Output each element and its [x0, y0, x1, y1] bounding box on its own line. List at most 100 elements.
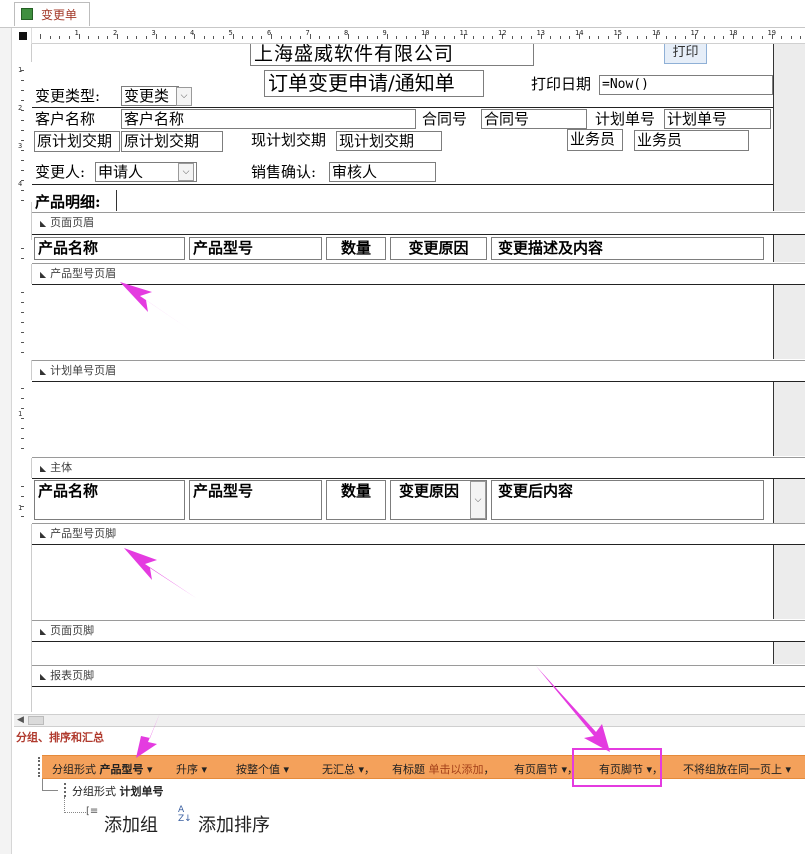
section-page-footer[interactable]: 页面页脚 [32, 620, 805, 638]
combo-dropdown-icon[interactable]: ⌵ [176, 87, 192, 106]
detail-model-field[interactable]: 产品型号 [189, 480, 322, 520]
separator-line [32, 184, 773, 185]
ruler-tick [21, 428, 24, 429]
keep-together-dropdown[interactable]: 不将组放在同一页上 ▾ [683, 761, 791, 777]
header-section-text: 有页眉节 [514, 763, 558, 776]
add-group-icon[interactable]: [≡ [86, 806, 98, 817]
print-button[interactable]: 打印 [664, 44, 707, 64]
vruler-num: 1 [18, 410, 23, 418]
company-name[interactable]: 上海盛威软件有限公司 [250, 44, 534, 66]
plan-no-field[interactable]: 计划单号 [664, 109, 771, 129]
contract-field[interactable]: 合同号 [481, 109, 587, 129]
detail-quantity-field[interactable]: 数量 [326, 480, 386, 520]
ruler-tick [376, 36, 378, 39]
title-setting[interactable]: 有标题 单击以添加， [392, 761, 495, 777]
change-type-label[interactable]: 变更类型: [35, 86, 100, 106]
changer-label[interactable]: 变更人: [35, 162, 85, 182]
section-page-header[interactable]: 页面页眉 [32, 212, 805, 230]
combo-dropdown-icon[interactable]: ⌵ [178, 163, 194, 181]
col-header-model[interactable]: 产品型号 [189, 237, 322, 260]
scroll-left-icon[interactable]: ◀ [17, 715, 24, 725]
product-detail-label[interactable]: 产品明细: [35, 192, 101, 212]
group-on-label[interactable]: 分组形式 产品型号 ▾ [52, 761, 153, 777]
ruler-tick [21, 150, 24, 151]
right-area [773, 545, 805, 619]
add-sort-button[interactable]: 添加排序 [198, 811, 270, 837]
sales-confirm-field[interactable]: 审核人 [329, 162, 436, 182]
ruler-tick [21, 408, 24, 409]
ruler-tick [290, 36, 292, 39]
tree-connector [64, 797, 86, 813]
drag-handle-icon[interactable] [38, 757, 41, 777]
click-to-add-link[interactable]: 单击以添加 [429, 763, 484, 776]
by-value-dropdown[interactable]: 按整个值 ▾ [236, 761, 289, 777]
sales-confirm-label[interactable]: 销售确认: [251, 162, 316, 182]
detail-product-name-field[interactable]: 产品名称 [34, 480, 185, 520]
ruler-number: 5 [228, 29, 233, 37]
ruler-tick [665, 36, 667, 39]
right-area [773, 479, 805, 523]
tab-change-order[interactable]: 变更单 [14, 2, 90, 26]
section-plan-header[interactable]: 计划单号页眉 [32, 360, 805, 378]
ruler-number: 7 [305, 29, 310, 37]
salesman-field[interactable]: 业务员 [634, 130, 749, 151]
separator-line [32, 641, 805, 642]
annotation-highlight-box [572, 748, 662, 787]
salesman-label[interactable]: 业务员 [567, 129, 623, 151]
cur-delivery-field[interactable]: 现计划交期 [336, 131, 442, 151]
add-sort-icon[interactable]: A Z↓ [178, 806, 192, 824]
ruler-tick [136, 36, 138, 39]
horizontal-scrollbar[interactable]: ◀ [14, 714, 805, 727]
contract-label[interactable]: 合同号 [422, 109, 467, 129]
ruler-tick [261, 36, 263, 39]
vruler-num: 4 [18, 180, 23, 188]
section-model-header[interactable]: 产品型号页眉 [32, 263, 805, 281]
scroll-thumb[interactable] [28, 716, 44, 725]
title-text: 有标题 [392, 763, 425, 776]
change-type-combo[interactable]: 变更类 [121, 86, 179, 106]
ruler-tick [675, 36, 677, 39]
ruler-number: 13 [536, 29, 545, 37]
plan-no-label[interactable]: 计划单号 [595, 109, 655, 129]
ruler-corner[interactable] [14, 28, 32, 44]
section-report-footer[interactable]: 报表页脚 [32, 665, 805, 683]
ruler-tick [21, 312, 24, 313]
ruler-tick [569, 36, 571, 39]
group-field-2: 计划单号 [119, 785, 164, 798]
col-header-description[interactable]: 变更描述及内容 [491, 237, 764, 260]
cur-delivery-label[interactable]: 现计划交期 [251, 130, 326, 150]
drag-handle-icon[interactable] [64, 783, 67, 797]
section-label: 主体 [40, 459, 72, 475]
keep-together-text: 不将组放在同一页上 [683, 763, 782, 776]
col-header-quantity[interactable]: 数量 [326, 237, 386, 260]
ruler-tick [21, 388, 24, 389]
orig-delivery-field[interactable]: 原计划交期 [121, 131, 223, 152]
print-date-label[interactable]: 打印日期 [531, 74, 591, 94]
ruler-number: 2 [113, 29, 118, 37]
group-on-text: 分组形式 [52, 763, 96, 776]
totals-dropdown[interactable]: 无汇总 ▾， [322, 761, 375, 777]
orig-delivery-label[interactable]: 原计划交期 [34, 131, 120, 152]
ruler-tick [627, 36, 629, 39]
combo-dropdown-icon[interactable]: ⌵ [470, 481, 486, 519]
ruler-number: 8 [344, 29, 349, 37]
vruler-detail: 1 [14, 478, 32, 524]
ruler-tick [415, 36, 417, 39]
col-header-product-name[interactable]: 产品名称 [34, 237, 185, 260]
col-header-reason[interactable]: 变更原因 [390, 237, 487, 260]
ruler-tick [21, 90, 24, 91]
section-detail[interactable]: 主体 [32, 457, 805, 475]
customer-label[interactable]: 客户名称 [35, 109, 95, 129]
section-model-footer[interactable]: 产品型号页脚 [32, 523, 805, 541]
ruler-tick [521, 36, 523, 39]
sort-dropdown[interactable]: 升序 ▾ [176, 761, 207, 777]
form-title[interactable]: 订单变更申请/通知单 [264, 70, 484, 97]
add-group-button[interactable]: 添加组 [104, 811, 158, 837]
print-date-field[interactable]: =Now() [599, 75, 773, 95]
header-section-dropdown[interactable]: 有页眉节 ▾， [514, 761, 578, 777]
ruler-tick [21, 80, 24, 81]
customer-field[interactable]: 客户名称 [121, 109, 416, 129]
ruler-tick [88, 36, 90, 39]
detail-new-content-field[interactable]: 变更后内容 [491, 480, 764, 520]
group-level-1-row[interactable]: 分组形式 产品型号 ▾ 升序 ▾ 按整个值 ▾ 无汇总 ▾， 有标题 单击以添加… [42, 755, 805, 779]
